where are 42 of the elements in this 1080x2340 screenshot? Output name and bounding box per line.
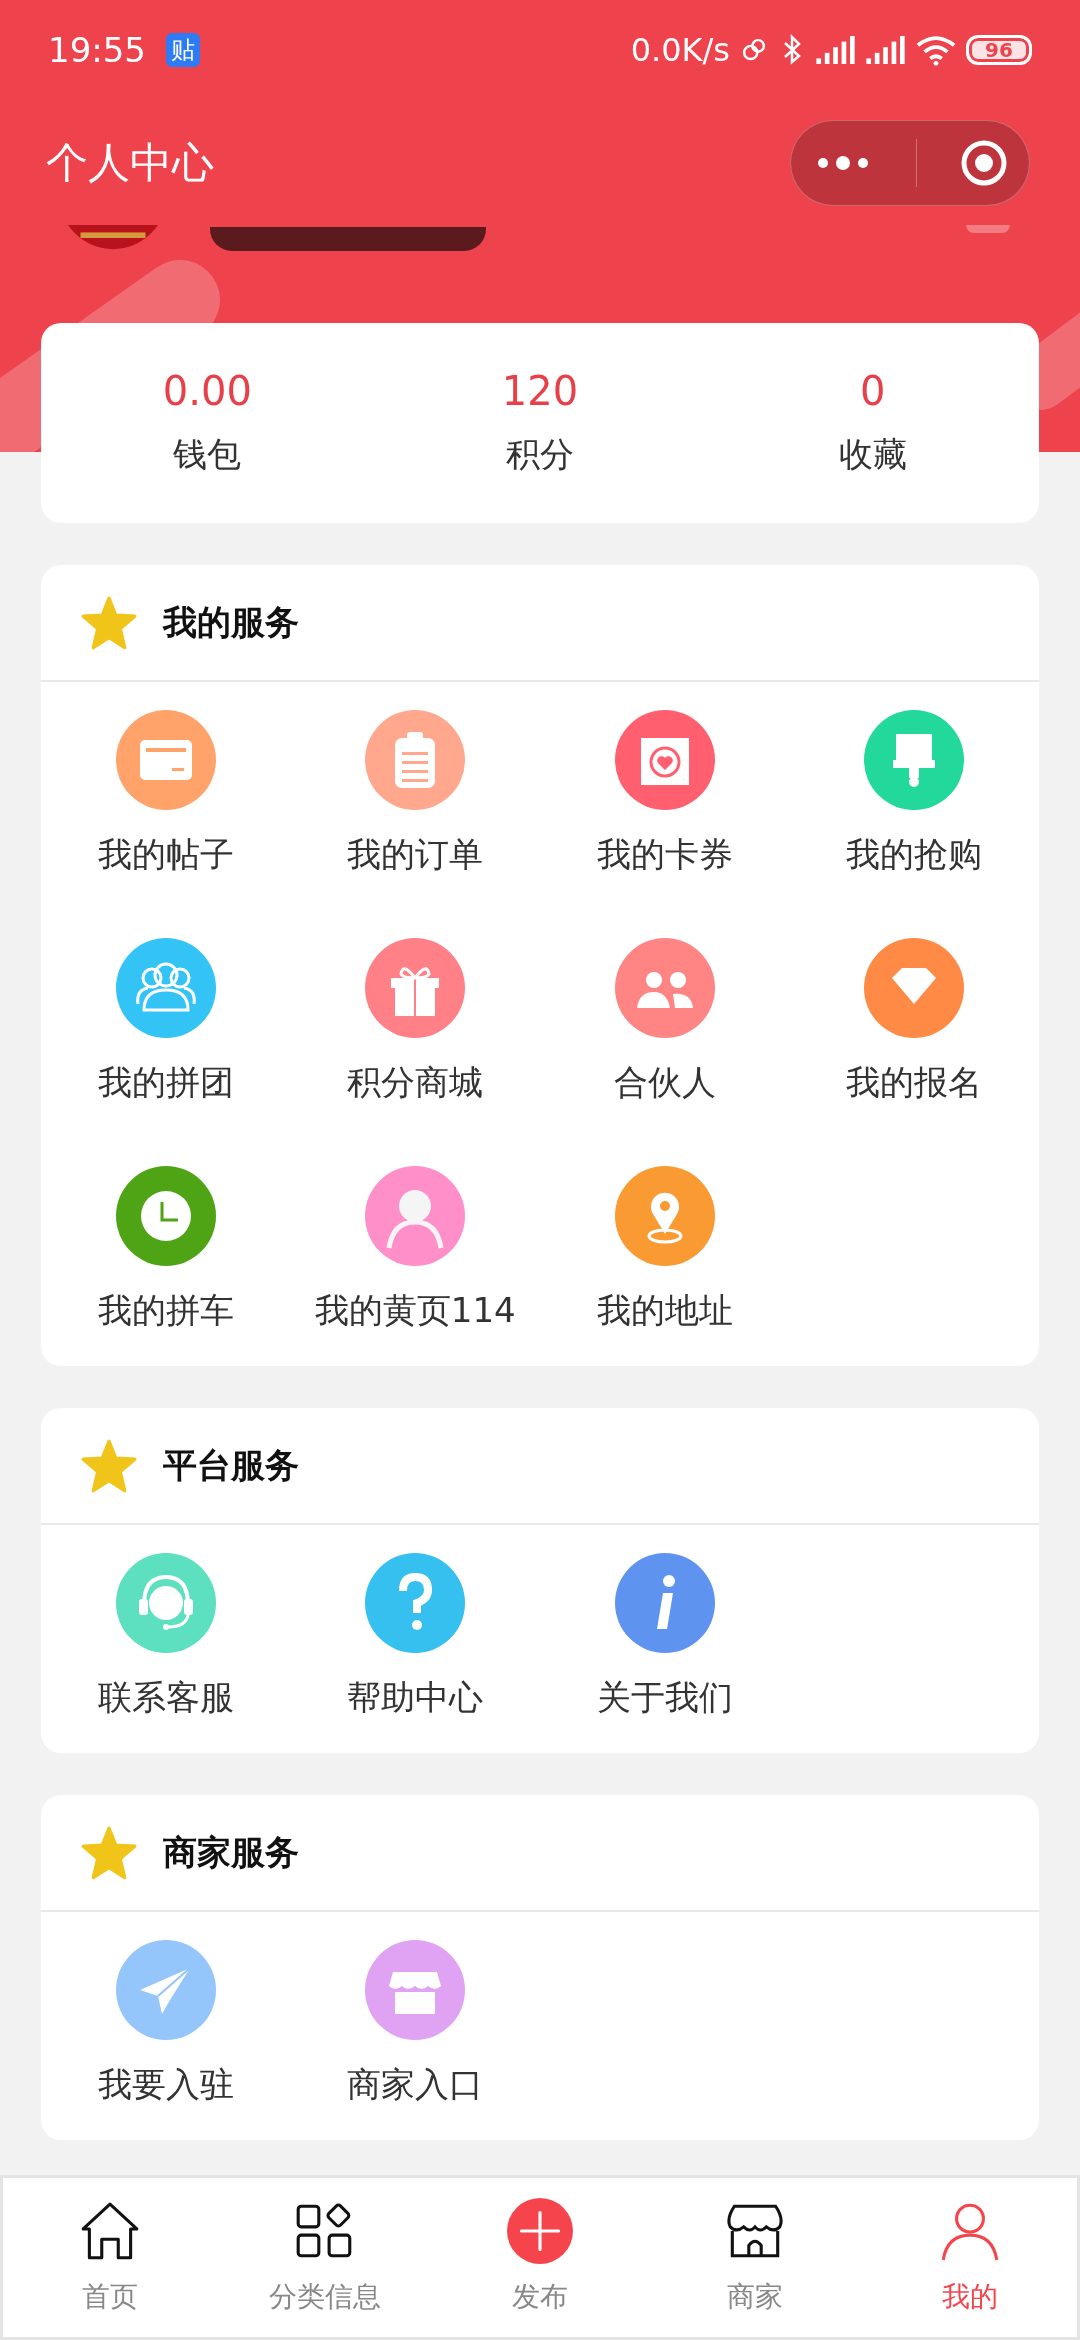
stat-value: 120 — [501, 368, 579, 414]
app-badge: 贴 — [166, 33, 200, 67]
page-title: 个人中心 — [46, 136, 214, 189]
network-speed: 0.0K/s — [630, 31, 730, 69]
service-item[interactable]: 我的抢购 — [789, 682, 1039, 910]
service-item[interactable]: 我的拼团 — [41, 910, 291, 1138]
service-item[interactable]: 联系客服 — [41, 1525, 291, 1753]
status-time: 19:55 — [48, 30, 146, 70]
star-icon — [81, 1825, 137, 1880]
section-title: 商家服务 — [163, 1830, 299, 1874]
signal-icon — [816, 36, 856, 64]
tab[interactable]: 首页 — [3, 2178, 218, 2337]
service-item[interactable]: 关于我们 — [540, 1525, 790, 1753]
battery-indicator: 96 — [966, 35, 1032, 65]
service-item[interactable]: 商家入口 — [290, 1912, 540, 2140]
service-item[interactable]: 我的地址 — [540, 1138, 790, 1366]
stat-label: 积分 — [506, 433, 574, 476]
stat-value: 0 — [859, 368, 886, 414]
tab[interactable]: 分类信息 — [217, 2178, 433, 2337]
service-item[interactable]: 我的卡券 — [540, 682, 790, 910]
tab[interactable]: 商家 — [647, 2178, 863, 2337]
star-icon — [81, 1438, 137, 1493]
tab[interactable]: 我的 — [862, 2178, 1077, 2337]
service-item[interactable]: 积分商城 — [290, 910, 540, 1138]
stat-value: 0.00 — [162, 368, 252, 414]
star-icon — [81, 595, 137, 650]
service-item[interactable]: 我的黄页114 — [290, 1138, 540, 1366]
stat-label: 钱包 — [173, 433, 242, 476]
service-item[interactable]: 合伙人 — [540, 910, 790, 1138]
stat-label: 收藏 — [838, 433, 907, 476]
wifi-icon — [916, 34, 956, 66]
signal-icon — [866, 36, 906, 64]
service-item[interactable]: 我要入驻 — [41, 1912, 291, 2140]
service-item[interactable]: 我的订单 — [290, 682, 540, 910]
service-item[interactable]: 我的报名 — [789, 910, 1039, 1138]
service-item[interactable]: 我的帖子 — [41, 682, 291, 910]
service-item[interactable]: 我的拼车 — [41, 1138, 291, 1366]
service-item[interactable]: 帮助中心 — [290, 1525, 540, 1753]
section-title: 我的服务 — [163, 600, 299, 644]
section-title: 平台服务 — [163, 1443, 299, 1487]
tab[interactable]: 发布 — [432, 2178, 648, 2337]
plus-icon — [507, 2198, 573, 2264]
